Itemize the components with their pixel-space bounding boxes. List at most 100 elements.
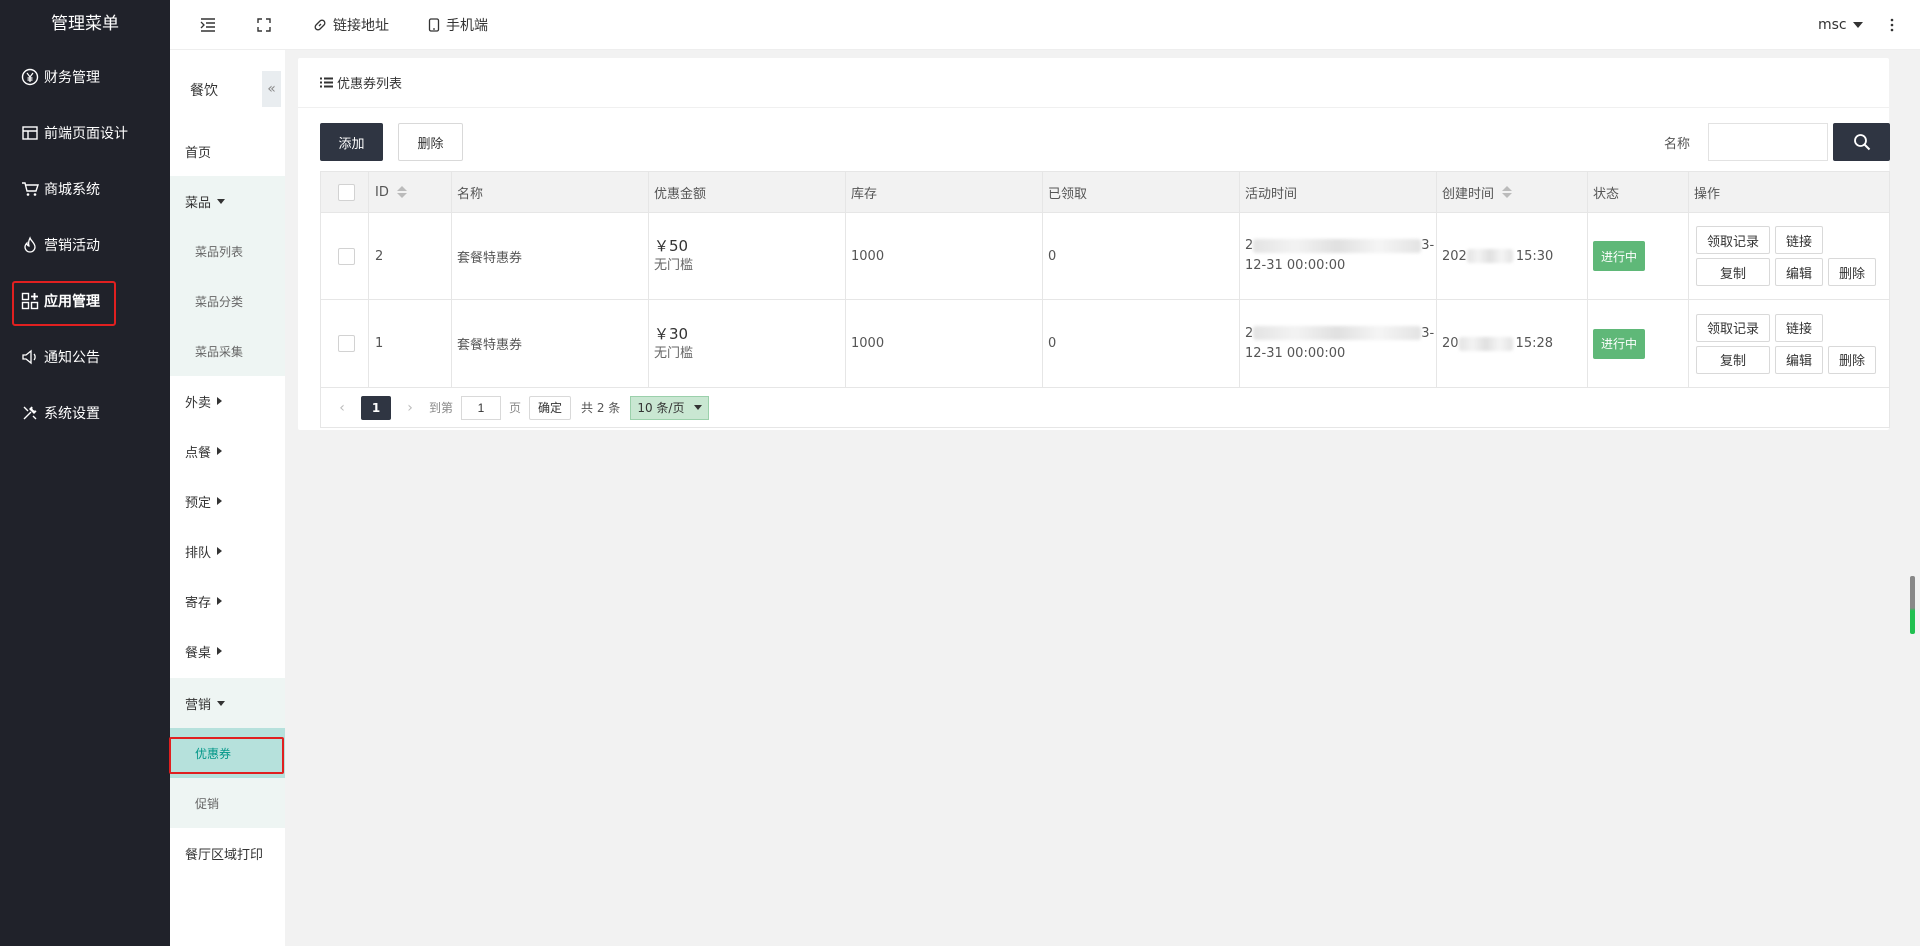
sidebar-item-settings[interactable]: 系统设置: [0, 388, 170, 438]
link-address-button[interactable]: 链接地址: [313, 0, 389, 50]
sort-icon[interactable]: [396, 186, 407, 198]
caret-down-icon: [217, 198, 226, 204]
submenu-item-home[interactable]: 首页: [170, 126, 285, 176]
link-button[interactable]: 链接: [1775, 313, 1824, 342]
tools-icon: [20, 403, 40, 423]
current-page[interactable]: 1: [361, 395, 391, 420]
submenu-item-marketing[interactable]: 营销: [170, 678, 285, 728]
row-checkbox[interactable]: [338, 335, 355, 352]
more-button[interactable]: [1890, 0, 1900, 50]
fullscreen-button[interactable]: [257, 0, 277, 50]
submenu-item-label: 餐桌: [185, 645, 212, 661]
caret-right-icon: [217, 597, 223, 605]
cell-id: 1: [369, 300, 452, 387]
status-badge: 进行中: [1593, 241, 1646, 271]
amount-threshold: 无门槛: [654, 258, 694, 273]
delete-button[interactable]: 删除: [398, 123, 463, 161]
sidebar-item-notice[interactable]: 通知公告: [0, 332, 170, 382]
link-button[interactable]: 链接: [1775, 226, 1824, 254]
sidebar-item-label: 通知公告: [44, 350, 100, 366]
search-input[interactable]: [1708, 123, 1828, 161]
submenu-item-dish-collect[interactable]: 菜品采集: [170, 326, 285, 376]
goto-confirm-button[interactable]: 确定: [529, 395, 572, 420]
scrollbar-thumb[interactable]: [1910, 576, 1915, 634]
prev-page-icon[interactable]: ‹: [333, 400, 351, 416]
cell-status: 进行中: [1588, 213, 1689, 299]
cell-activity-time: 2 3- 12-31 00:00:00: [1240, 213, 1437, 299]
highlight-box: [12, 281, 116, 326]
delete-row-button[interactable]: 删除: [1828, 258, 1877, 286]
sidebar-item-mall[interactable]: 商城系统: [0, 164, 170, 214]
link-address-label: 链接地址: [333, 18, 389, 34]
mobile-label: 手机端: [446, 18, 488, 34]
double-left-icon: «: [267, 81, 276, 97]
sidebar-item-marketing[interactable]: 营销活动: [0, 220, 170, 270]
submenu-item-storage[interactable]: 寄存: [170, 576, 285, 626]
search-button[interactable]: [1833, 123, 1890, 161]
claim-records-button[interactable]: 领取记录: [1696, 313, 1771, 342]
submenu-item-table[interactable]: 餐桌: [170, 626, 285, 676]
speaker-icon: [20, 347, 40, 367]
header-id[interactable]: ID: [369, 172, 452, 212]
submenu-item-dish-list[interactable]: 菜品列表: [170, 226, 285, 276]
header-label: 状态: [1593, 186, 1620, 202]
submenu-item-label: 菜品列表: [195, 244, 244, 259]
claim-records-button[interactable]: 领取记录: [1696, 226, 1771, 254]
page-size-value: 10 条/页: [637, 401, 685, 415]
caret-right-icon: [217, 647, 223, 655]
submenu-item-label: 寄存: [185, 595, 212, 611]
delete-row-button[interactable]: 删除: [1828, 345, 1877, 374]
next-page-icon[interactable]: ›: [401, 400, 419, 416]
fire-icon: [20, 235, 40, 255]
goto-page-input[interactable]: [461, 395, 502, 420]
submenu-item-label: 菜品: [185, 195, 212, 211]
submenu-item-order[interactable]: 点餐: [170, 426, 285, 476]
sidebar-item-label: 前端页面设计: [44, 126, 128, 142]
header-label: 活动时间: [1245, 186, 1298, 202]
submenu-item-queue[interactable]: 排队: [170, 526, 285, 576]
redacted-text: [1458, 336, 1513, 351]
submenu-item-dishes[interactable]: 菜品: [170, 176, 285, 226]
caret-down-icon: [217, 700, 226, 706]
header-checkbox-cell: [321, 172, 369, 212]
header-label: 优惠金额: [654, 186, 707, 202]
time-line2: 12-31 00:00:00: [1245, 258, 1346, 273]
submenu-item-label: 营销: [185, 697, 212, 713]
header-status: 状态: [1588, 172, 1689, 212]
submenu-item-reserve[interactable]: 预定: [170, 476, 285, 526]
header-created-time[interactable]: 创建时间: [1437, 172, 1588, 212]
sidebar-item-finance[interactable]: 财务管理: [0, 52, 170, 102]
more-vertical-icon: [1890, 18, 1900, 32]
cell-name: 套餐特惠券: [452, 300, 649, 387]
mobile-button[interactable]: 手机端: [428, 0, 488, 50]
created-end: 15:30: [1515, 248, 1554, 264]
row-checkbox[interactable]: [338, 247, 355, 265]
collapse-button[interactable]: «: [262, 71, 281, 107]
select-all-checkbox[interactable]: [338, 183, 355, 201]
user-menu[interactable]: msc: [1818, 0, 1863, 50]
edit-button[interactable]: 编辑: [1775, 345, 1824, 374]
link-icon: [313, 18, 333, 32]
copy-button[interactable]: 复制: [1696, 345, 1771, 374]
edit-button[interactable]: 编辑: [1775, 258, 1824, 286]
menu-toggle-button[interactable]: [200, 0, 222, 50]
header-activity-time: 活动时间: [1240, 172, 1437, 212]
cell-actions: 领取记录 链接 复制 编辑 删除: [1689, 213, 1889, 299]
add-button[interactable]: 添加: [320, 123, 383, 161]
time-end: 3-: [1421, 238, 1435, 253]
submenu-item-takeout[interactable]: 外卖: [170, 376, 285, 426]
copy-button[interactable]: 复制: [1696, 258, 1771, 286]
submenu-item-promotion[interactable]: 促销: [170, 778, 285, 828]
submenu-item-dish-category[interactable]: 菜品分类: [170, 276, 285, 326]
cell-stock: 1000: [846, 300, 1043, 387]
sidebar-item-label: 财务管理: [44, 70, 100, 86]
sort-icon[interactable]: [1502, 186, 1513, 198]
row-checkbox-cell: [321, 213, 369, 299]
main-sidebar: 管理菜单 财务管理 前端页面设计 商城系统 营销活动 应用管理 通知公告 系统设…: [0, 0, 170, 946]
submenu-item-area-print[interactable]: 餐厅区域打印: [170, 828, 285, 878]
page-size-select[interactable]: 10 条/页: [630, 395, 710, 420]
sidebar-item-frontend-design[interactable]: 前端页面设计: [0, 108, 170, 158]
submenu-item-label: 首页: [185, 145, 212, 161]
caret-down-icon: [694, 405, 703, 410]
table-header-row: ID 名称 优惠金额 库存 已领取 活动时间 创建时间 状态 操作: [321, 172, 1889, 213]
